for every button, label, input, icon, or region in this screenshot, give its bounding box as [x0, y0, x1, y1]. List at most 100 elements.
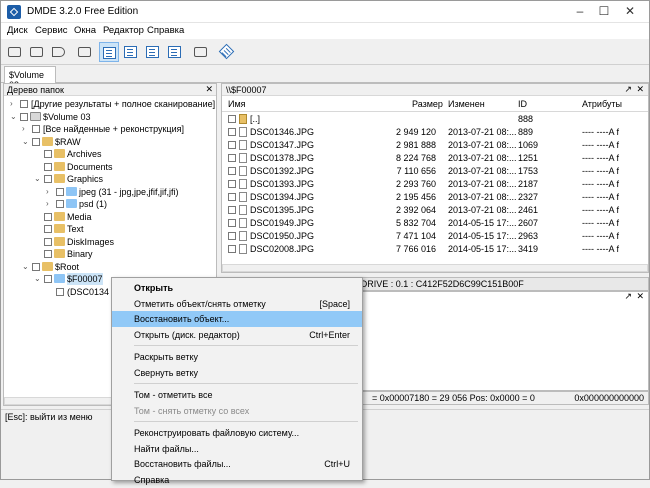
tree-checkbox[interactable]	[20, 100, 28, 108]
tree-checkbox[interactable]	[44, 275, 52, 283]
new-panel-icon[interactable]	[75, 42, 95, 62]
menu-service[interactable]: Сервис	[35, 25, 68, 36]
windows-icon[interactable]	[191, 42, 211, 62]
menu-help[interactable]: Справка	[147, 25, 184, 36]
table-row[interactable]: DSC01949.JPG 5 832 704 2014-05-15 17:... 26…	[222, 217, 642, 229]
disk-icon[interactable]	[5, 42, 25, 62]
menu-item-label: Восстановить файлы...	[134, 459, 231, 469]
chevron-down-icon[interactable]: ⌄	[10, 111, 18, 123]
row-checkbox[interactable]	[228, 154, 236, 162]
row-checkbox[interactable]	[228, 232, 236, 240]
tree-checkbox[interactable]	[56, 287, 64, 296]
chevron-right-icon[interactable]: ›	[22, 123, 30, 135]
row-checkbox[interactable]	[228, 141, 236, 149]
context-menu-item[interactable]: Реконструировать файловую систему...	[112, 425, 362, 441]
menu-windows[interactable]: Окна	[74, 25, 96, 36]
col-modified[interactable]: Изменен	[448, 99, 485, 109]
context-menu-item[interactable]: Открыть (диск. редактор) Ctrl+Enter	[112, 327, 362, 343]
table-row[interactable]: DSC01392.JPG 7 110 656 2013-07-21 08:... 17…	[222, 165, 642, 177]
context-menu: Открыть Отметить объект/снять отметку [Spa…	[111, 277, 363, 485]
context-menu-item[interactable]: Отметить объект/снять отметку [Space]	[112, 296, 362, 312]
col-id[interactable]: ID	[518, 99, 527, 109]
context-menu-item[interactable]: Открыть	[112, 280, 362, 296]
context-menu-item[interactable]: Раскрыть ветку	[112, 349, 362, 365]
context-menu-item[interactable]: Восстановить файлы... Ctrl+U	[112, 456, 362, 472]
panel-close-icon[interactable]: ✕	[636, 84, 644, 95]
files-scrollbar[interactable]	[222, 264, 648, 272]
preview-icon[interactable]	[165, 42, 185, 62]
folder-icon	[42, 261, 53, 271]
tree-view-icon[interactable]	[99, 42, 119, 62]
tree-checkbox[interactable]	[44, 250, 52, 258]
tree-checkbox[interactable]	[44, 175, 52, 183]
chevron-down-icon[interactable]: ⌄	[34, 173, 42, 185]
table-row[interactable]: DSC01395.JPG 2 392 064 2013-07-21 08:... 24…	[222, 204, 642, 216]
row-checkbox[interactable]	[228, 167, 236, 175]
cell-name: DSC01346.JPG	[250, 127, 315, 137]
table-row[interactable]: DSC01378.JPG 8 224 768 2013-07-21 08:... 12…	[222, 152, 642, 164]
menu-item-shortcut: Ctrl+Enter	[309, 329, 350, 340]
row-checkbox[interactable]	[228, 219, 236, 227]
cell-size: 2 949 120	[395, 127, 436, 137]
tree-checkbox[interactable]	[56, 187, 64, 196]
cell-name: DSC01393.JPG	[250, 179, 315, 189]
list-view-icon[interactable]	[121, 42, 141, 62]
panel-pin-icon[interactable]: ↗	[624, 84, 632, 95]
menu-disk[interactable]: Диск	[7, 25, 28, 36]
chevron-down-icon[interactable]: ⌄	[22, 136, 30, 148]
minimize-icon[interactable]: –	[573, 4, 587, 18]
details-view-icon[interactable]	[143, 42, 163, 62]
context-menu-item[interactable]: Восстановить объект...	[112, 311, 362, 327]
table-row[interactable]: DSC01346.JPG 2 949 120 2013-07-21 08:... 88…	[222, 126, 642, 138]
play-icon[interactable]	[49, 42, 69, 62]
tree-checkbox[interactable]	[32, 262, 40, 271]
tree-checkbox[interactable]	[56, 200, 64, 208]
chevron-down-icon[interactable]: ⌄	[34, 273, 42, 285]
table-row[interactable]: DSC01347.JPG 2 981 888 2013-07-21 08:... 10…	[222, 139, 642, 151]
table-row[interactable]: DSC01393.JPG 2 293 760 2013-07-21 08:... 21…	[222, 178, 642, 190]
row-checkbox[interactable]	[228, 245, 236, 253]
chevron-right-icon[interactable]: ›	[46, 186, 54, 198]
row-checkbox[interactable]	[228, 128, 236, 136]
chevron-right-icon[interactable]: ›	[46, 198, 54, 210]
row-checkbox[interactable]	[228, 193, 236, 201]
maximize-icon[interactable]: ☐	[597, 4, 611, 18]
cell-name: [..]	[250, 114, 261, 124]
cell-name: DSC01395.JPG	[250, 205, 315, 215]
dmde-logo-icon[interactable]	[217, 42, 237, 62]
context-menu-item[interactable]: Найти файлы...	[112, 441, 362, 457]
panel-close-icon[interactable]: ✕	[205, 84, 213, 95]
col-attributes[interactable]: Атрибуты	[582, 99, 622, 109]
table-row[interactable]: DSC01394.JPG 2 195 456 2013-07-21 08:... 23…	[222, 191, 642, 203]
context-menu-item[interactable]: Свернуть ветку	[112, 365, 362, 381]
chevron-right-icon[interactable]: ›	[10, 98, 18, 110]
editor-close-icon[interactable]: ✕	[636, 291, 644, 302]
editor-pin-icon[interactable]: ↗	[624, 291, 632, 302]
close-icon[interactable]: ✕	[623, 4, 637, 18]
chevron-down-icon[interactable]: ⌄	[22, 261, 30, 273]
tree-checkbox[interactable]	[44, 162, 52, 171]
row-checkbox[interactable]	[228, 206, 236, 214]
tree-checkbox[interactable]	[32, 125, 40, 133]
tree-checkbox[interactable]	[44, 225, 52, 233]
tree-checkbox[interactable]	[44, 237, 52, 246]
cell-modified: 2013-07-21 08:...	[448, 153, 517, 163]
partitions-icon[interactable]	[27, 42, 47, 62]
tree-node-label: Binary	[67, 249, 93, 259]
table-row[interactable]: DSC01950.JPG 7 471 104 2014-05-15 17:... 29…	[222, 230, 642, 242]
tab-volume[interactable]: $Volume 03	[4, 66, 56, 90]
tree-checkbox[interactable]	[20, 112, 28, 121]
menu-editor[interactable]: Редактор	[103, 25, 144, 36]
menu-item-label: Свернуть ветку	[134, 367, 199, 378]
tree-checkbox[interactable]	[44, 212, 52, 221]
table-row[interactable]: DSC02008.JPG 7 766 016 2014-05-15 17:... 34…	[222, 243, 642, 255]
col-size[interactable]: Размер	[412, 99, 443, 109]
table-row[interactable]: [..] 888	[222, 113, 642, 125]
row-checkbox[interactable]	[228, 115, 236, 123]
tree-checkbox[interactable]	[44, 150, 52, 158]
cell-attributes: ---- ----A f	[582, 231, 619, 241]
context-menu-item[interactable]: Том - отметить все	[112, 387, 362, 403]
col-name[interactable]: Имя	[228, 99, 246, 109]
row-checkbox[interactable]	[228, 180, 236, 188]
tree-checkbox[interactable]	[32, 137, 40, 146]
